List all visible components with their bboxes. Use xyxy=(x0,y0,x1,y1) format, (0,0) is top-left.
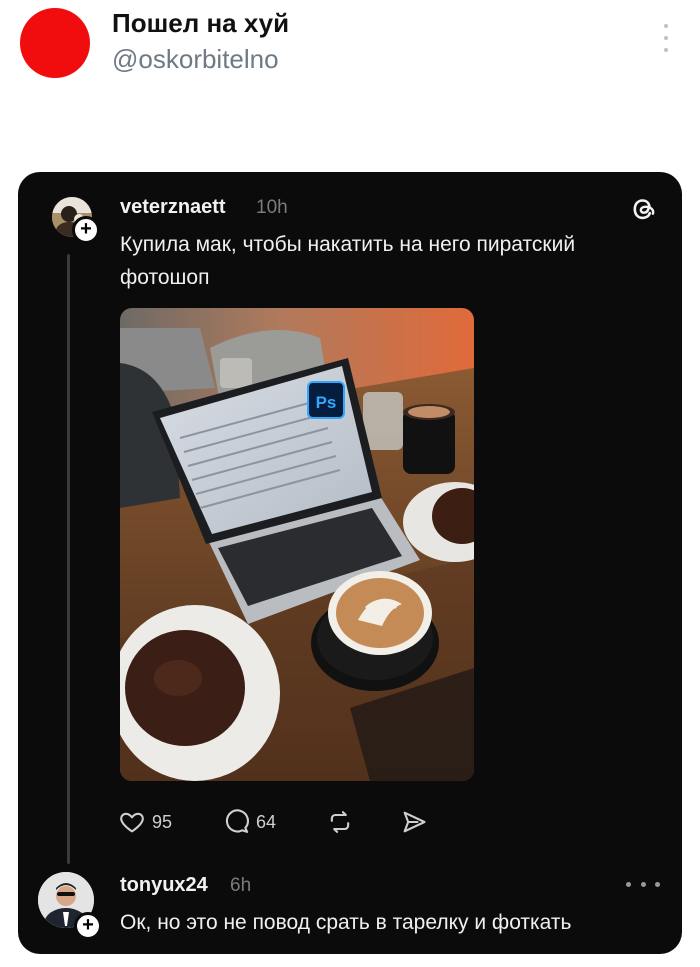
channel-name[interactable]: Пошел на хуй xyxy=(112,8,289,39)
like-button[interactable]: 95 xyxy=(118,804,172,840)
reply-username[interactable]: tonyux24 xyxy=(120,874,208,897)
reply-more-icon[interactable] xyxy=(626,878,660,890)
follow-plus-icon[interactable]: + xyxy=(74,912,102,940)
post-timestamp: 10h xyxy=(256,197,288,218)
post-text: Купила мак, чтобы накатить на него пират… xyxy=(120,233,576,289)
reply-timestamp: 6h xyxy=(230,875,252,896)
reply-text: Ок, но это не повод срать в тарелку и фо… xyxy=(120,911,572,934)
heart-icon xyxy=(120,812,144,833)
channel-handle[interactable]: @oskorbitelno xyxy=(112,44,279,75)
share-button[interactable] xyxy=(400,804,428,840)
post-username[interactable]: veterznaett xyxy=(120,196,226,219)
repost-icon xyxy=(330,811,350,833)
embedded-threads-post: + veterznaett 10h Купила мак, чтобы нака… xyxy=(18,172,682,954)
comment-icon xyxy=(225,809,249,833)
threads-logo-icon[interactable] xyxy=(626,192,660,226)
comment-button[interactable]: 64 xyxy=(222,804,276,840)
post-photo[interactable]: Ps xyxy=(120,308,474,781)
photoshop-badge: Ps xyxy=(316,393,337,412)
thread-connector-line xyxy=(67,254,70,864)
follow-plus-icon[interactable]: + xyxy=(72,216,100,244)
post-actions: 95 64 xyxy=(118,804,458,840)
comment-count: 64 xyxy=(256,811,277,832)
like-count: 95 xyxy=(152,811,173,832)
repost-button[interactable] xyxy=(326,804,354,840)
share-icon xyxy=(403,811,426,833)
channel-avatar[interactable] xyxy=(20,8,90,78)
more-options-icon[interactable] xyxy=(658,24,674,52)
